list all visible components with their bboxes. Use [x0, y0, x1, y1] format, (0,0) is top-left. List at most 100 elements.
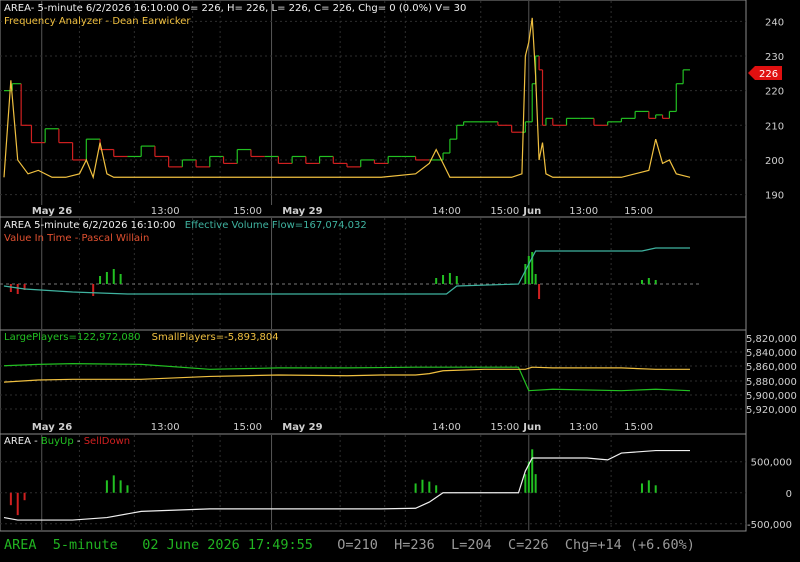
volume-bar [435, 278, 438, 284]
volume-bar [119, 274, 122, 284]
price-x-axis: May 26 13:00 15:00 May 29 14:00 15:00 Jun 13:00… [32, 206, 653, 217]
volume-bar [442, 275, 445, 284]
buyup-bar [9, 492, 12, 506]
large-players-label: LargePlayers=122,972,080 [4, 332, 140, 343]
price-x-tick: 13:00 [151, 206, 180, 217]
players-panel-frame [0, 329, 747, 435]
players-y-tick: 5,900,000 [746, 391, 797, 402]
players-x-tick: 15:00 [490, 422, 519, 433]
volume-title: AREA 5-minute 6/2/2026 16:10:00 Effectiv… [4, 220, 367, 231]
price-x-tick: 15:00 [490, 206, 519, 217]
buyup-y-axis: 500,000 0 -500,000 [747, 458, 792, 531]
buyup-panel[interactable]: 500,000 0 -500,000 AREA - BuyUp - SellDown [0, 433, 792, 532]
volume-series [0, 247, 700, 299]
buyup-bar [428, 481, 431, 493]
price-y-tick: 230 [765, 52, 784, 63]
players-x-tick: May 29 [282, 422, 322, 433]
status-close: C=226 [507, 537, 549, 553]
price-y-tick: 240 [765, 17, 784, 28]
status-open: O=210 [337, 537, 378, 553]
volume-bar [524, 264, 527, 284]
status-low: L=204 [451, 537, 492, 553]
price-x-tick: May 29 [282, 206, 322, 217]
last-price-tag: 226 [748, 66, 782, 80]
players-x-tick: 13:00 [151, 422, 180, 433]
buyup-bar [534, 474, 537, 493]
buyup-y-tick: 0 [786, 489, 792, 500]
volume-bar [527, 256, 530, 284]
selldown-label: SellDown [84, 436, 130, 447]
buyup-grid [0, 435, 746, 530]
players-series [3, 363, 691, 392]
buyup-bar [640, 483, 643, 493]
buyup-symbol: AREA - [4, 436, 41, 447]
price-panel[interactable]: 190 200 210 220 230 240 May 26 13:00 15:00 May 2… [0, 0, 784, 218]
players-x-tick: 13:00 [569, 422, 598, 433]
players-y-tick: 5,820,000 [746, 334, 797, 345]
price-y-tick: 200 [765, 156, 784, 167]
price-panel-frame [0, 0, 747, 218]
buyup-series [3, 449, 690, 521]
buyup-bar [421, 479, 424, 493]
buyup-bar [105, 480, 108, 493]
players-panel[interactable]: 5,820,000 5,840,000 5,860,000 5,880,000 5,90… [0, 329, 797, 435]
price-x-tick: 14:00 [432, 206, 461, 217]
buyup-legend: AREA - BuyUp - SellDown [4, 436, 130, 447]
volume-bar [538, 284, 541, 299]
status-high: H=236 [394, 537, 435, 553]
status-change: Chg=+14 (+6.60%) [564, 537, 695, 553]
price-x-tick: Jun [522, 206, 541, 217]
buyup-bar [531, 449, 534, 493]
frequency-line [3, 17, 691, 180]
volume-bar [99, 276, 102, 284]
volume-bar [640, 280, 643, 284]
buyup-bar [435, 485, 438, 493]
volume-bar [16, 284, 19, 294]
players-x-tick: 15:00 [233, 422, 262, 433]
buyup-y-tick: -500,000 [747, 520, 792, 531]
trading-chart[interactable]: 190 200 210 220 230 240 May 26 13:00 15:00 May 2… [0, 0, 800, 562]
volume-bar [455, 276, 458, 284]
players-y-tick: 5,840,000 [746, 348, 797, 359]
status-datetime: 02 June 2026 17:49:55 [142, 537, 313, 553]
volume-bar [9, 284, 12, 292]
price-x-tick: 13:00 [569, 206, 598, 217]
volume-title-symbol: AREA 5-minute 6/2/2026 16:10:00 [4, 220, 176, 231]
volume-bar [105, 272, 108, 284]
players-x-tick: Jun [522, 422, 541, 433]
price-x-tick: 15:00 [624, 206, 653, 217]
price-header-line2: Frequency Analyzer - Dean Earwicker [4, 16, 191, 27]
buyup-bar [23, 492, 26, 501]
price-x-tick: 15:00 [233, 206, 262, 217]
players-y-tick: 5,880,000 [746, 377, 797, 388]
buyup-bar [654, 485, 657, 493]
buyup-y-tick: 500,000 [751, 458, 792, 469]
players-x-axis: May 26 13:00 15:00 May 29 14:00 15:00 Jun 13:00… [32, 422, 653, 433]
players-y-axis: 5,820,000 5,840,000 5,860,000 5,880,000 5,90… [746, 334, 797, 416]
last-price-tag-label: 226 [759, 69, 778, 80]
players-y-tick: 5,860,000 [746, 362, 797, 373]
buyup-bar [16, 492, 19, 516]
volume-bar [92, 284, 95, 296]
price-y-tick: 190 [765, 191, 784, 202]
volume-title-indicator: Effective Volume Flow=167,074,032 [185, 220, 367, 231]
volume-bar [647, 278, 650, 284]
buyup-bar [112, 475, 115, 493]
price-y-tick: 210 [765, 121, 784, 132]
small-players-label: SmallPlayers=-5,893,804 [152, 332, 279, 343]
volume-bar [534, 274, 537, 284]
players-y-tick: 5,920,000 [746, 405, 797, 416]
buyup-dash: - [77, 436, 81, 447]
price-x-tick: May 26 [32, 206, 72, 217]
buyup-bar [647, 480, 650, 493]
buyup-bar [414, 483, 417, 493]
players-legend: LargePlayers=122,972,080 SmallPlayers=-5… [4, 332, 279, 343]
buyup-bar [524, 474, 527, 493]
volume-bar [448, 273, 451, 284]
volume-bar [112, 269, 115, 284]
volume-bar [654, 280, 657, 284]
status-symbol: AREA 5-minute [4, 537, 118, 553]
volume-flow-panel[interactable]: AREA 5-minute 6/2/2026 16:10:00 Effectiv… [0, 216, 747, 331]
buyup-bar [119, 480, 122, 493]
small-players-line [3, 366, 690, 383]
